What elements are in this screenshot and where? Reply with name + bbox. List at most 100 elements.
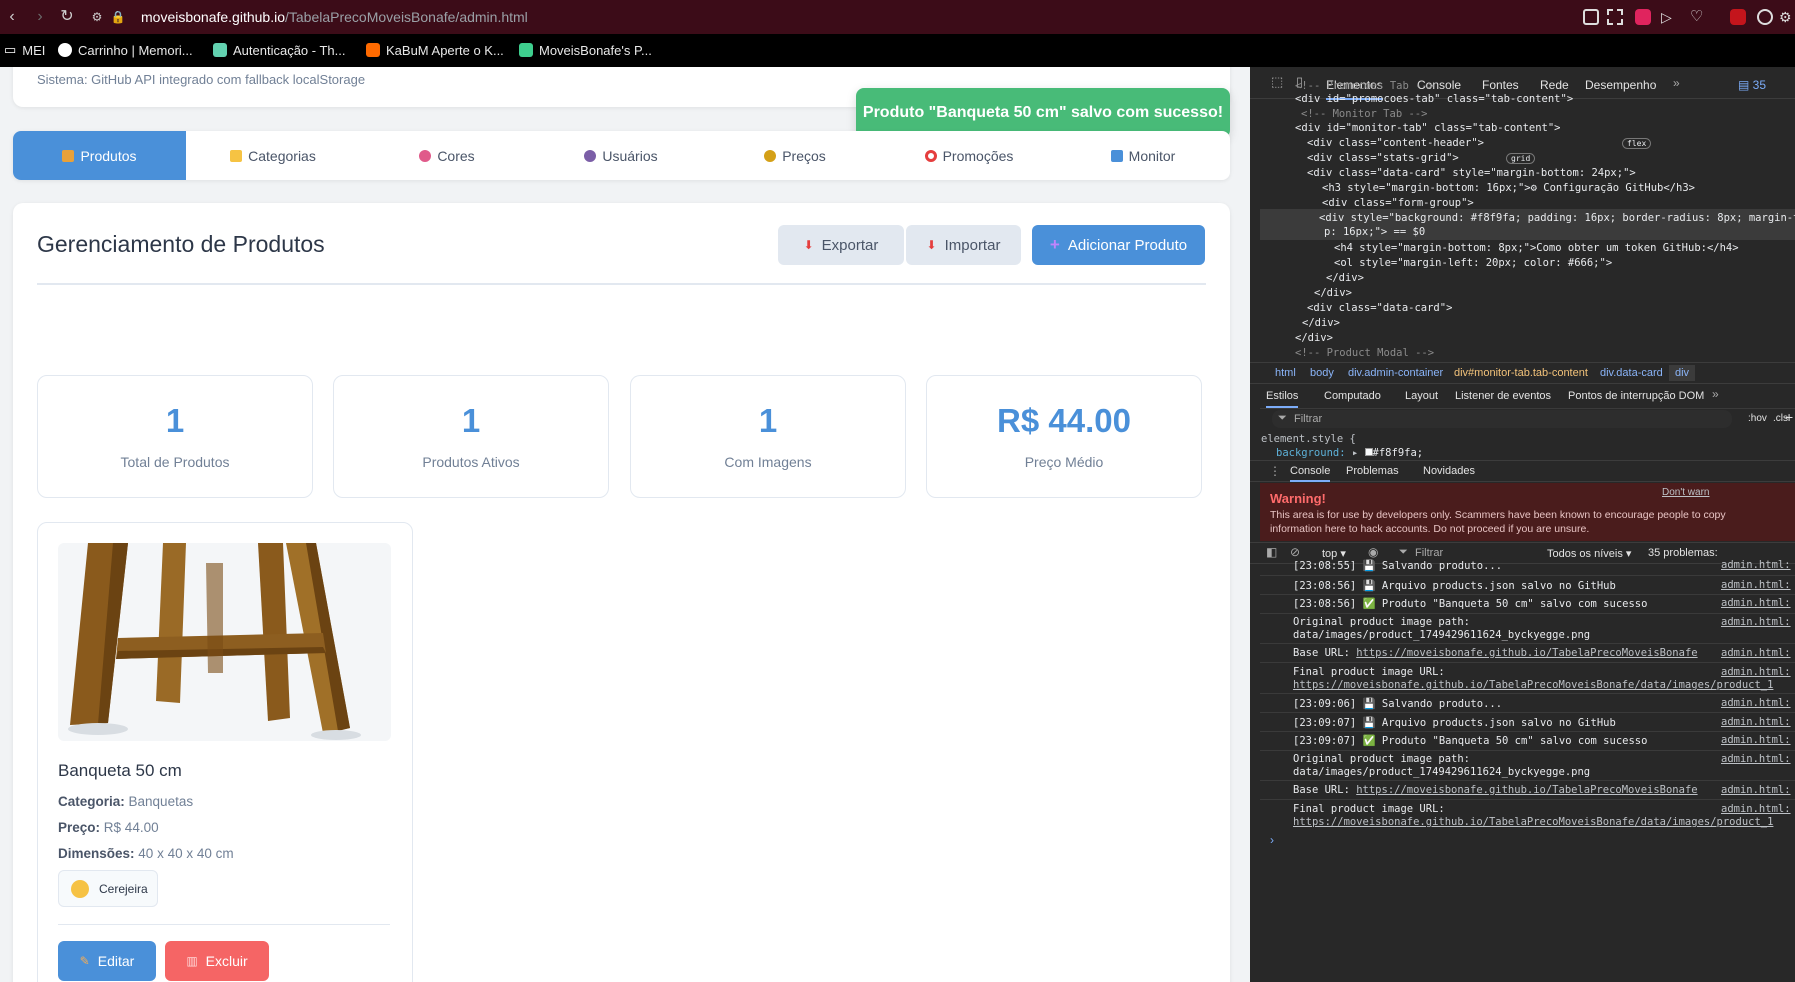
url-field[interactable]: moveisbonafe.github.io/TabelaPrecoMoveis… [141, 9, 528, 25]
problems-count[interactable]: 35 problemas: [1648, 547, 1718, 559]
crumb-admin-container[interactable]: div.admin-container [1348, 367, 1443, 379]
log-levels-select[interactable]: Todos os níveis ▾ [1547, 547, 1631, 560]
console-prompt-icon[interactable]: › [1270, 833, 1274, 847]
tab-precos[interactable]: Preços [708, 131, 882, 180]
crumb-body[interactable]: body [1310, 367, 1334, 379]
crumb-html[interactable]: html [1275, 367, 1296, 379]
add-product-button[interactable]: + Adicionar Produto [1032, 225, 1205, 265]
dom-line[interactable]: <div id="promocoes-tab" class="tab-conte… [1295, 93, 1573, 105]
more-style-tabs-icon[interactable]: » [1712, 387, 1719, 401]
final-url-link[interactable]: https://moveisbonafe.github.io/TabelaPre… [1293, 816, 1773, 828]
styles-filter-input[interactable]: ⏷ Filtrar [1272, 410, 1732, 428]
play-icon[interactable]: ▷ [1661, 9, 1677, 25]
grid-badge[interactable]: grid [1506, 153, 1536, 164]
element-style-selector[interactable]: element.style { [1261, 433, 1356, 445]
devtools-tab-rede[interactable]: Rede [1540, 78, 1569, 92]
dont-warn-link[interactable]: Don't warn [1662, 487, 1710, 498]
bookmark-moveisbonafe[interactable]: MoveisBonafe's P... [519, 41, 652, 59]
crumb-monitor-tab[interactable]: div#monitor-tab.tab-content [1454, 367, 1588, 379]
color-swatch-icon[interactable] [1364, 448, 1373, 456]
tab-usuarios[interactable]: Usuários [534, 131, 708, 180]
ublock-icon[interactable] [1730, 9, 1746, 25]
flex-badge[interactable]: flex [1622, 138, 1652, 149]
console-source-link[interactable]: admin.html: [1721, 716, 1791, 728]
styles-tab-breakpoints[interactable]: Pontos de interrupção DOM [1568, 390, 1704, 402]
tab-produtos[interactable]: Produtos [13, 131, 186, 180]
console-source-link[interactable]: admin.html: [1721, 616, 1791, 628]
console-source-link[interactable]: admin.html: [1721, 734, 1791, 746]
dom-line-selected[interactable]: <div style="background: #f8f9fa; padding… [1319, 212, 1795, 224]
styles-tab-layout[interactable]: Layout [1405, 390, 1438, 402]
dom-line[interactable]: </div> [1314, 287, 1352, 299]
console-source-link[interactable]: admin.html: [1721, 597, 1791, 609]
dom-line[interactable]: <div class="data-card"> [1307, 302, 1452, 314]
crumb-data-card[interactable]: div.data-card [1600, 367, 1663, 379]
bookmark-kabum[interactable]: KaBuM Aperte o K... [366, 41, 504, 59]
styles-tab-listeners[interactable]: Listener de eventos [1455, 390, 1551, 402]
delete-button[interactable]: ▥ Excluir [165, 941, 269, 981]
dom-line[interactable]: <!-- Monitor Tab --> [1301, 108, 1427, 120]
base-url-link[interactable]: https://moveisbonafe.github.io/TabelaPre… [1356, 784, 1697, 796]
export-button[interactable]: ⬇ Exportar [778, 225, 904, 265]
back-icon[interactable]: ‹ [2, 7, 22, 27]
site-info-icon[interactable]: ⚙ [87, 7, 107, 27]
styles-tab-computado[interactable]: Computado [1324, 390, 1381, 402]
console-source-link[interactable]: admin.html: [1721, 647, 1791, 659]
tab-promocoes[interactable]: Promoções [882, 131, 1056, 180]
final-url-link[interactable]: https://moveisbonafe.github.io/TabelaPre… [1293, 679, 1773, 691]
devtools-tab-desempenho[interactable]: Desempenho [1585, 78, 1656, 92]
dom-line[interactable]: <div class="form-group"> [1322, 197, 1474, 209]
forward-icon[interactable]: › [30, 7, 50, 27]
dom-line[interactable]: <h3 style="margin-bottom: 16px;">⚙ Confi… [1322, 182, 1695, 194]
settings-icon[interactable]: ⚙ [1779, 9, 1795, 25]
dom-line[interactable]: <div class="stats-grid"> [1307, 152, 1459, 164]
dom-line[interactable]: <div id="monitor-tab" class="tab-content… [1295, 122, 1561, 134]
more-tabs-icon[interactable]: » [1673, 76, 1680, 90]
tab-cores[interactable]: Cores [360, 131, 534, 180]
styles-tab-estilos[interactable]: Estilos [1266, 390, 1299, 408]
console-source-link[interactable]: admin.html: [1721, 803, 1791, 815]
dom-line[interactable]: </div> [1302, 317, 1340, 329]
drawer-tab-novidades[interactable]: Novidades [1423, 465, 1475, 477]
drawer-menu-icon[interactable]: ⋮ [1269, 464, 1281, 478]
dom-line[interactable]: <h4 style="margin-bottom: 8px;">Como obt… [1334, 242, 1739, 254]
bookmark-icon[interactable] [1583, 9, 1599, 25]
console-source-link[interactable]: admin.html: [1721, 666, 1791, 678]
bookmark-autenticacao[interactable]: Autenticação - Th... [213, 41, 346, 59]
dom-line[interactable]: <ol style="margin-left: 20px; color: #66… [1334, 257, 1612, 269]
hov-toggle[interactable]: :hov [1748, 413, 1767, 424]
extensions-icon[interactable] [1757, 9, 1773, 25]
lock-icon[interactable]: 🔒 [108, 7, 128, 27]
dom-line[interactable]: <div class="content-header"> [1307, 137, 1484, 149]
drawer-tab-problemas[interactable]: Problemas [1346, 465, 1399, 477]
inspect-icon[interactable]: ⬚ [1271, 74, 1283, 90]
screenshot-icon[interactable] [1607, 9, 1623, 25]
console-source-link[interactable]: admin.html: [1721, 697, 1791, 709]
style-prop-background[interactable]: background: ▸ #f8f9fa; [1276, 447, 1423, 459]
dom-line[interactable]: <div class="data-card" style="margin-bot… [1307, 167, 1636, 179]
console-source-link[interactable]: admin.html: [1721, 784, 1791, 796]
bookmark-carrinho[interactable]: Carrinho | Memori... [58, 41, 193, 59]
console-source-link[interactable]: admin.html: [1721, 753, 1791, 765]
devtools-tab-fontes[interactable]: Fontes [1482, 78, 1519, 92]
bookmark-mei[interactable]: ▭ MEI [4, 41, 45, 59]
dom-line[interactable]: </div> [1295, 332, 1333, 344]
base-url-link[interactable]: https://moveisbonafe.github.io/TabelaPre… [1356, 647, 1697, 659]
reload-icon[interactable]: ↻ [57, 7, 77, 27]
console-source-link[interactable]: admin.html: [1721, 559, 1791, 571]
edit-button[interactable]: ✎ Editar [58, 941, 156, 981]
add-style-icon[interactable]: + [1785, 409, 1793, 425]
sidebar-toggle-icon[interactable]: ◧ [1266, 545, 1277, 559]
crumb-div[interactable]: div [1669, 365, 1696, 381]
tab-categorias[interactable]: Categorias [186, 131, 360, 180]
tab-monitor[interactable]: Monitor [1056, 131, 1230, 180]
eye-icon[interactable]: ◉ [1368, 545, 1378, 559]
drawer-tab-console[interactable]: Console [1290, 465, 1331, 482]
dom-line[interactable]: </div> [1326, 272, 1364, 284]
dom-line[interactable]: <!-- Product Modal --> [1295, 347, 1434, 359]
heart-icon[interactable]: ♡ [1690, 9, 1706, 25]
console-source-link[interactable]: admin.html: [1721, 579, 1791, 591]
pocket-icon[interactable] [1635, 9, 1651, 25]
import-button[interactable]: ⬇ Importar [906, 225, 1021, 265]
issues-badge[interactable]: ▤ 35 [1738, 78, 1766, 92]
